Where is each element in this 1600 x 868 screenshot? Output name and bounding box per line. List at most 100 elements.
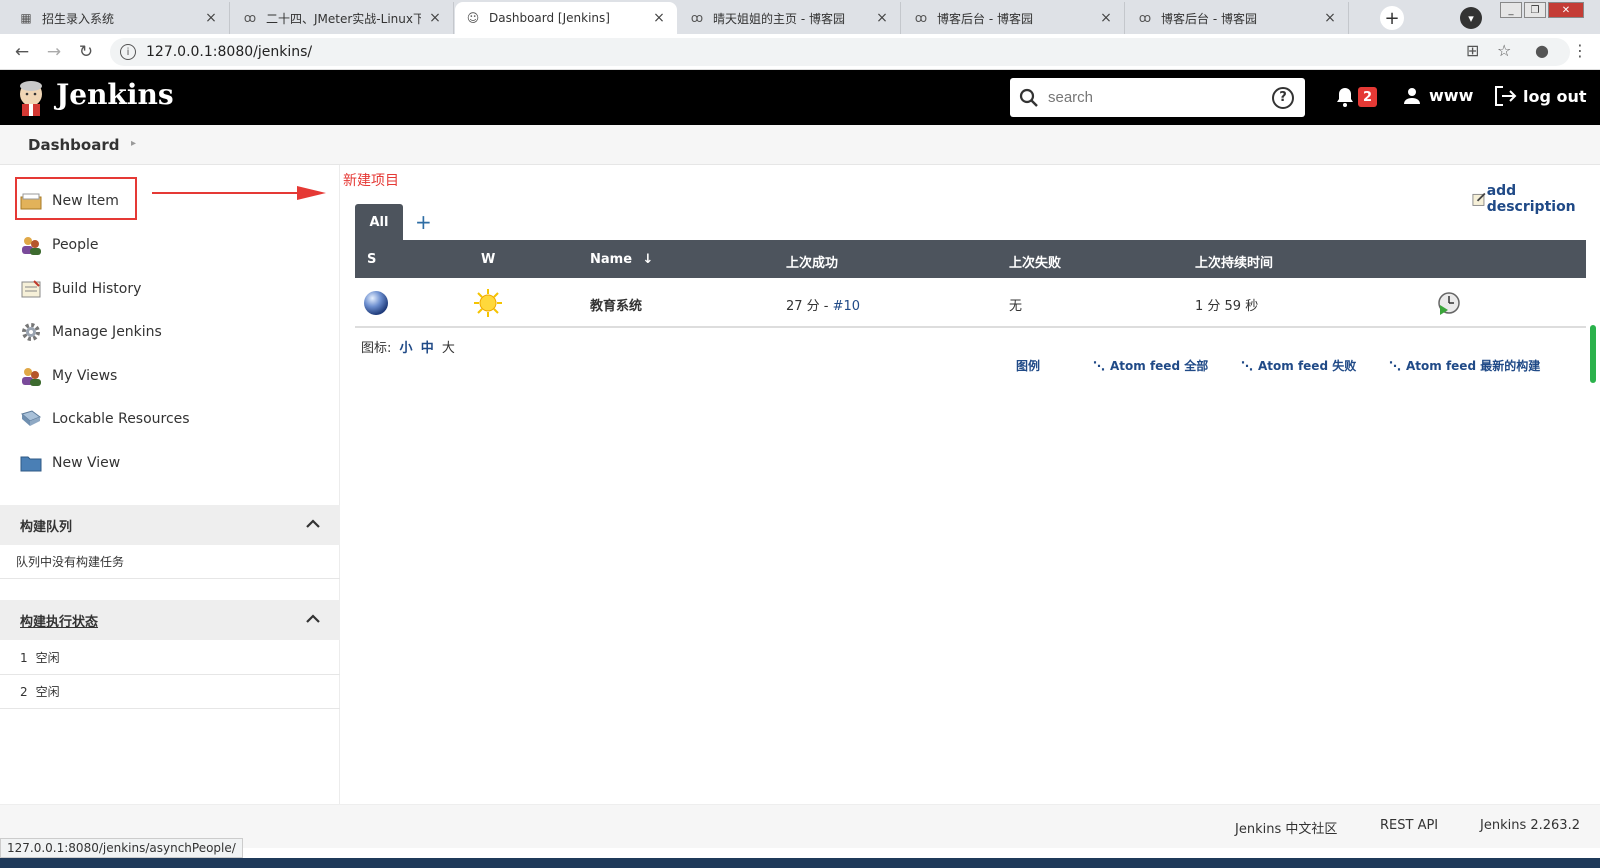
browser-tab-strip: ▦ 招生录入系统 × ꝏ 二十四、JMeter实战-Linux下 × ☺ Das… (0, 0, 1600, 34)
atom-feed-failed-label[interactable]: Atom feed 失败 (1258, 357, 1356, 374)
url-field[interactable]: i 127.0.0.1:8080/jenkins/ (110, 38, 1570, 66)
icon-size-medium[interactable]: 中 (421, 341, 434, 356)
jenkins-brand[interactable]: Jenkins (56, 78, 174, 111)
executors-header[interactable]: 构建执行状态 (0, 600, 340, 640)
tab-title: 晴天姐姐的主页 - 博客园 (713, 11, 845, 26)
icon-size-small[interactable]: 小 (400, 341, 413, 356)
sidebar-item-label[interactable]: People (52, 237, 99, 253)
sidebar-item-label[interactable]: My Views (52, 368, 117, 384)
menu-icon[interactable]: ⋮ (1572, 41, 1588, 60)
sidebar-item-people[interactable]: People (20, 230, 99, 260)
legend-link[interactable]: 图例 (1016, 357, 1040, 374)
user-menu[interactable]: www (1403, 86, 1473, 105)
breadcrumb-arrow-icon[interactable]: ▸ (131, 138, 136, 149)
gear-icon (20, 321, 42, 343)
last-success-build-link[interactable]: #10 (833, 299, 860, 314)
jenkins-logo-icon[interactable] (16, 80, 46, 116)
close-icon[interactable]: × (203, 10, 219, 26)
job-name-link[interactable]: 教育系统 (590, 295, 642, 314)
help-icon[interactable]: ? (1272, 86, 1294, 109)
col-last-duration-header[interactable]: 上次持续时间 (1195, 252, 1273, 271)
add-description-link[interactable]: add description (1472, 183, 1600, 215)
chevron-up-icon[interactable] (306, 518, 320, 533)
logout-link[interactable]: log out (1495, 86, 1587, 106)
browser-tab-active[interactable]: ☺ Dashboard [Jenkins] × (455, 2, 677, 34)
tab-search-icon[interactable]: ▾ (1460, 7, 1482, 29)
close-icon[interactable]: × (1322, 10, 1338, 26)
col-status-header[interactable]: S (367, 252, 376, 267)
footer-version[interactable]: Jenkins 2.263.2 (1480, 818, 1580, 833)
weather-sunny-icon[interactable] (473, 288, 503, 322)
sidebar-item-label[interactable]: Manage Jenkins (52, 324, 162, 340)
sidebar-item-new-view[interactable]: New View (20, 448, 120, 478)
executor-status: 空闲 (35, 685, 60, 699)
icon-size-selector: 图标: 小 中 大 (361, 337, 455, 356)
close-icon[interactable]: × (651, 10, 667, 26)
breadcrumb-dashboard[interactable]: Dashboard (28, 136, 119, 154)
profile-icon[interactable]: ● (1535, 41, 1549, 60)
build-queue-empty: 队列中没有构建任务 (0, 545, 340, 579)
sidebar-item-label[interactable]: New View (52, 455, 120, 471)
legend-label[interactable]: 图例 (1016, 357, 1040, 374)
sidebar-item-manage-jenkins[interactable]: Manage Jenkins (20, 317, 162, 347)
sidebar-item-build-history[interactable]: Build History (20, 274, 141, 304)
browser-tab[interactable]: ꝏ 二十四、JMeter实战-Linux下 × (232, 2, 454, 34)
build-queue-header[interactable]: 构建队列 (0, 505, 340, 545)
maximize-icon[interactable]: ❐ (1524, 2, 1546, 18)
status-blue-ball-icon[interactable] (363, 290, 389, 320)
atom-feed-all-label[interactable]: Atom feed 全部 (1110, 357, 1208, 374)
sidebar-item-label[interactable]: Build History (52, 281, 141, 297)
reload-icon[interactable]: ↻ (74, 40, 98, 64)
link-status-bar: 127.0.0.1:8080/jenkins/asynchPeople/ (0, 838, 243, 858)
col-last-success-header[interactable]: 上次成功 (786, 252, 838, 271)
atom-feed-failed[interactable]: ⋱ Atom feed 失败 (1241, 357, 1356, 374)
info-icon[interactable]: i (120, 44, 136, 60)
browser-tab[interactable]: ▦ 招生录入系统 × (8, 2, 230, 34)
schedule-build-icon[interactable] (1437, 291, 1461, 319)
add-description-label[interactable]: add description (1487, 183, 1600, 215)
col-last-failure-header[interactable]: 上次失败 (1009, 252, 1061, 271)
browser-tab[interactable]: ꝏ 博客后台 - 博客园 × (903, 2, 1125, 34)
footer-community-link[interactable]: Jenkins 中文社区 (1235, 818, 1337, 837)
scrollbar-thumb[interactable] (1590, 325, 1596, 383)
atom-feed-all[interactable]: ⋱ Atom feed 全部 (1093, 357, 1208, 374)
atom-feed-latest-label[interactable]: Atom feed 最新的构建 (1406, 357, 1540, 374)
notifications[interactable]: 2 (1336, 87, 1378, 107)
close-icon[interactable]: × (874, 10, 890, 26)
col-name-label[interactable]: Name (590, 252, 632, 267)
new-tab-button[interactable]: + (1380, 6, 1404, 30)
bookmark-star-icon[interactable]: ☆ (1497, 41, 1511, 60)
footer-rest-api-link[interactable]: REST API (1380, 818, 1438, 833)
tab-all[interactable]: All (355, 204, 403, 240)
breadcrumb: Dashboard ▸ (0, 125, 1600, 165)
forward-icon[interactable]: → (42, 40, 66, 64)
url-text[interactable]: 127.0.0.1:8080/jenkins/ (146, 44, 312, 60)
logout-label[interactable]: log out (1523, 87, 1587, 106)
add-view-button[interactable]: + (415, 210, 432, 234)
chevron-up-icon[interactable] (306, 613, 320, 628)
back-icon[interactable]: ← (10, 40, 34, 64)
sidebar-item-lockable-resources[interactable]: Lockable Resources (20, 404, 190, 434)
address-bar: ← → ↻ i 127.0.0.1:8080/jenkins/ ⊞ ☆ ● ⋮ (0, 34, 1600, 70)
username[interactable]: www (1429, 86, 1473, 105)
close-icon[interactable]: × (1098, 10, 1114, 26)
sidebar-item-label[interactable]: Lockable Resources (52, 411, 190, 427)
executors-title[interactable]: 构建执行状态 (20, 611, 98, 630)
col-weather-header[interactable]: W (481, 252, 495, 267)
sidebar-item-new-item[interactable]: New Item (20, 186, 119, 216)
sidebar-item-my-views[interactable]: My Views (20, 361, 117, 391)
browser-tab[interactable]: ꝏ 晴天姐姐的主页 - 博客园 × (679, 2, 901, 34)
sidebar-item-label[interactable]: New Item (52, 193, 119, 209)
jenkins-favicon-icon: ☺ (466, 11, 480, 25)
rss-icon: ⋱ (1093, 358, 1105, 373)
minimize-icon[interactable]: _ (1500, 2, 1522, 18)
browser-tab[interactable]: ꝏ 博客后台 - 博客园 × (1127, 2, 1349, 34)
tab-title: 二十四、JMeter实战-Linux下 (266, 11, 421, 26)
window-close-icon[interactable]: ✕ (1548, 2, 1584, 18)
col-name-header[interactable]: Name ↓ (590, 252, 653, 267)
atom-feed-latest[interactable]: ⋱ Atom feed 最新的构建 (1389, 357, 1540, 374)
page-icon: ꝏ (243, 11, 257, 25)
search-input[interactable] (1048, 89, 1258, 106)
translate-icon[interactable]: ⊞ (1466, 41, 1479, 60)
close-icon[interactable]: × (427, 10, 443, 26)
